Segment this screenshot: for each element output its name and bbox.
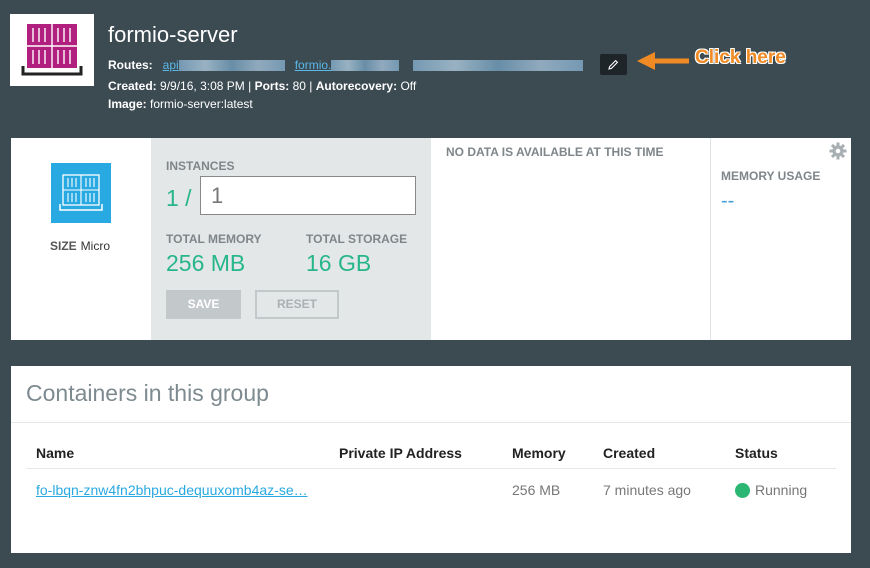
route-link-formio[interactable]: formio. <box>295 58 400 72</box>
routes-row: Routes: api formio. <box>108 58 584 72</box>
autorecovery-label: Autorecovery: <box>315 79 398 93</box>
containers-panel: Containers in this group Name Private IP… <box>11 366 851 553</box>
size-value: Micro <box>80 239 111 253</box>
containers-title: Containers in this group <box>26 380 269 406</box>
total-storage-label: TOTAL STORAGE <box>306 232 408 246</box>
column-header-name[interactable]: Name <box>36 445 74 461</box>
size-panel: SIZEMicro INSTANCES 1 / TOTAL MEMORY 256… <box>11 138 851 340</box>
edit-routes-button[interactable] <box>600 54 627 75</box>
route-link-api[interactable]: api <box>163 58 285 72</box>
created-value: 9/9/16, 3:08 PM <box>160 79 245 93</box>
instances-column: INSTANCES 1 / TOTAL MEMORY 256 MB TOTAL … <box>151 138 431 340</box>
container-box-icon <box>59 174 103 211</box>
column-header-created[interactable]: Created <box>603 445 655 461</box>
column-header-status[interactable]: Status <box>735 445 778 461</box>
image-row: Image: formio-server:latest <box>108 97 253 111</box>
instances-prefix: 1 / <box>166 185 192 211</box>
created-row: Created: 9/9/16, 3:08 PM | Ports: 80 | A… <box>108 79 416 93</box>
size-column: SIZE Micro <box>11 138 151 340</box>
column-header-memory[interactable]: Memory <box>512 445 566 461</box>
size-micro-icon <box>51 163 111 223</box>
divider <box>11 422 851 423</box>
memory-usage-value: -- <box>721 190 735 212</box>
route-link-api-text: api <box>162 58 179 72</box>
created-label: Created: <box>108 79 157 93</box>
instances-label: INSTANCES <box>166 159 235 173</box>
total-memory-value: 256 MB <box>166 250 246 276</box>
size-label-key: SIZE <box>50 239 77 253</box>
ports-value: 80 <box>292 79 306 93</box>
total-memory-label: TOTAL MEMORY <box>166 232 262 246</box>
gear-icon[interactable] <box>829 142 847 160</box>
route-api-redacted <box>178 60 285 72</box>
container-status: Running <box>735 482 807 498</box>
image-value: formio-server:latest <box>150 97 253 111</box>
save-button[interactable]: SAVE <box>166 290 241 319</box>
container-stack-icon <box>21 24 83 76</box>
route-formio-redacted-2 <box>413 59 584 71</box>
container-memory: 256 MB <box>512 482 561 498</box>
memory-usage-column: MEMORY USAGE -- <box>710 138 851 340</box>
total-storage-value: 16 GB <box>306 250 372 276</box>
reset-button[interactable]: RESET <box>255 290 339 319</box>
app-container-icon <box>10 14 94 86</box>
annotation-arrow-icon <box>637 52 689 70</box>
pencil-icon <box>608 59 619 70</box>
divider <box>26 468 836 469</box>
app-title: formio-server <box>108 22 238 47</box>
no-data-message: NO DATA IS AVAILABLE AT THIS TIME <box>446 145 664 159</box>
column-header-private-ip[interactable]: Private IP Address <box>339 445 462 461</box>
autorecovery-value: Off <box>400 79 417 93</box>
ports-label: Ports: <box>254 79 290 93</box>
size-label: SIZE Micro <box>50 239 110 253</box>
image-label: Image: <box>108 97 147 111</box>
status-label: Running <box>755 482 808 498</box>
status-running-icon <box>735 483 750 498</box>
container-name-link[interactable]: fo-lbqn-znw4fn2bhpuc-dequuxomb4az-se… <box>36 482 308 498</box>
routes-label: Routes: <box>108 58 153 72</box>
annotation-click-here: Click here <box>695 47 786 68</box>
instances-input[interactable] <box>200 176 416 215</box>
route-formio-redacted-1 <box>331 60 400 72</box>
container-created: 7 minutes ago <box>603 482 691 498</box>
memory-usage-label: MEMORY USAGE <box>721 169 821 183</box>
route-link-formio-text: formio. <box>294 58 332 72</box>
